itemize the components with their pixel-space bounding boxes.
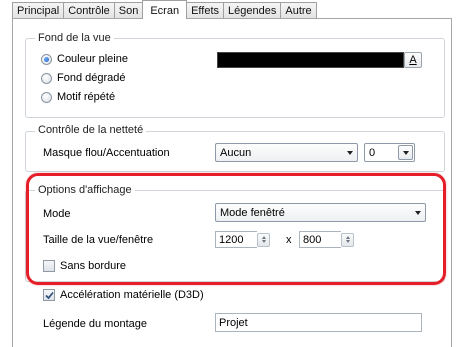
radio-fond-degrade[interactable]: Fond dégradé	[41, 70, 126, 86]
radio-couleur-pleine[interactable]: Couleur pleine	[41, 51, 128, 67]
tab-autre[interactable]: Autre	[280, 2, 317, 19]
chevron-down-icon	[398, 145, 413, 160]
radio-selected-icon	[41, 53, 52, 65]
level-value: 0	[369, 146, 376, 159]
tab-strip: Principal Contrôle Son Ecran Effets Lége…	[12, 0, 317, 19]
radio-label: Couleur pleine	[57, 53, 128, 65]
hardware-accel-checkbox[interactable]: Accélération matérielle (D3D)	[43, 287, 204, 303]
radio-label: Motif répété	[57, 91, 116, 103]
tab-legendes[interactable]: Légendes	[223, 2, 282, 19]
chevron-down-icon	[343, 144, 357, 161]
highlight-frame	[26, 173, 446, 285]
color-picker-button[interactable]: A	[404, 52, 422, 68]
mask-dropdown[interactable]: Aucun	[215, 143, 358, 162]
checkmark-icon	[43, 289, 55, 301]
montage-input[interactable]: Projet	[215, 313, 422, 332]
background-group-title: Fond de la vue	[35, 32, 114, 45]
tab-son[interactable]: Son	[113, 2, 144, 19]
tab-effets[interactable]: Effets	[186, 2, 225, 19]
sharpness-group-title: Contrôle de la netteté	[35, 124, 147, 137]
tab-principal[interactable]: Principal	[12, 2, 65, 19]
hardware-accel-label: Accélération matérielle (D3D)	[60, 289, 204, 301]
radio-icon	[41, 91, 52, 103]
radio-label: Fond dégradé	[57, 72, 126, 84]
color-swatch[interactable]	[217, 52, 404, 68]
radio-motif-repete[interactable]: Motif répété	[41, 89, 115, 105]
radio-icon	[41, 72, 52, 84]
montage-label: Légende du montage	[43, 318, 147, 330]
tab-ecran[interactable]: Ecran	[142, 0, 188, 19]
tab-controle[interactable]: Contrôle	[63, 2, 115, 19]
mask-value: Aucun	[220, 146, 252, 159]
level-dropdown[interactable]: 0	[364, 143, 415, 162]
mask-label: Masque flou/Accentuation	[43, 147, 170, 159]
